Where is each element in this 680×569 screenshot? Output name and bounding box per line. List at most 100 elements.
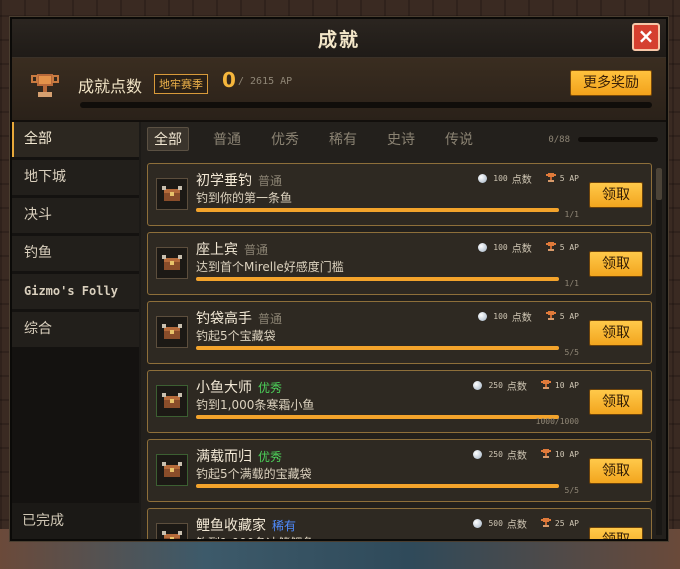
sidebar-item-gizmos-folly[interactable]: Gizmo's Folly: [12, 274, 139, 309]
category-sidebar: 全部 地下城 决斗 钓鱼 Gizmo's Folly 综合 已完成: [12, 122, 139, 539]
pearl-icon: [473, 519, 483, 528]
rarity-label: 普通: [244, 243, 269, 257]
points-value: 0: [222, 68, 236, 92]
progress-fill: [196, 346, 559, 350]
reward-ap: 10 AP: [540, 448, 579, 461]
reward-points-label: 点数: [506, 520, 527, 531]
pearl-icon: [473, 381, 483, 390]
reward-ap-value: 5 AP: [559, 174, 579, 183]
achievement-name: 钓袋高手: [196, 311, 252, 327]
treasure-chest-icon: [156, 454, 188, 486]
treasure-chest-icon: [156, 316, 188, 348]
tab-epic[interactable]: 史诗: [381, 128, 421, 150]
achievement-progress-bar: [196, 208, 559, 212]
progress-text: 1000/1000: [535, 417, 579, 426]
achievement-title: 初学垂钓 普通: [196, 170, 282, 190]
season-badge: 地牢赛季: [154, 74, 208, 94]
progress-fill: [196, 277, 559, 281]
achievement-content: 全部 普通 优秀 稀有 史诗 传说 0/88 初学垂钓 普通 钓到你的第一条鱼 100 点数 5 A…: [141, 122, 666, 539]
treasure-chest-icon: [156, 523, 188, 539]
progress-text: 1/1: [564, 210, 579, 219]
achievement-description: 达到首个Mirelle好感度门槛: [196, 260, 344, 274]
progress-fill: [196, 208, 559, 212]
claim-button[interactable]: 领取: [589, 182, 643, 208]
tab-legendary[interactable]: 传说: [439, 128, 479, 150]
pearl-icon: [478, 174, 488, 183]
reward-ap-value: 5 AP: [559, 312, 579, 321]
scrollbar-track[interactable]: [656, 168, 662, 535]
reward-row: 100 点数 5 AP: [478, 240, 579, 255]
reward-ap: 25 AP: [540, 517, 579, 530]
cup-icon: [540, 448, 551, 461]
reward-points: 250: [488, 450, 503, 459]
titlebar: 成就 ×: [12, 19, 666, 58]
sidebar-item-duel[interactable]: 决斗: [12, 198, 139, 233]
cup-icon: [545, 241, 556, 254]
more-rewards-button[interactable]: 更多奖励: [570, 70, 652, 96]
cup-icon: [545, 172, 556, 185]
achievement-card: 初学垂钓 普通 钓到你的第一条鱼 100 点数 5 AP 领取 1/1: [147, 163, 652, 226]
progress-text: 5/5: [564, 348, 579, 357]
trophy-icon: [31, 74, 59, 97]
scrollbar-thumb[interactable]: [656, 168, 662, 200]
reward-ap-value: 10 AP: [554, 450, 579, 459]
achievement-progress-bar: [196, 346, 559, 350]
pearl-icon: [478, 312, 488, 321]
reward-row: 250 点数 10 AP: [473, 447, 579, 462]
tab-all[interactable]: 全部: [147, 127, 189, 151]
reward-ap: 10 AP: [540, 379, 579, 392]
achievement-name: 初学垂钓: [196, 173, 252, 189]
reward-row: 500 点数 25 AP: [473, 516, 579, 531]
reward-points: 100: [493, 243, 508, 252]
achievement-progress-bar: [196, 415, 559, 419]
rarity-label: 稀有: [272, 519, 297, 533]
achievement-name: 满载而归: [196, 449, 252, 465]
claim-button[interactable]: 领取: [589, 389, 643, 415]
points-summary: 成就点数 地牢赛季 0 / 2615 AP 更多奖励: [12, 58, 666, 122]
achievement-progress-bar: [196, 484, 559, 488]
achievement-title: 钓袋高手 普通: [196, 308, 282, 328]
claim-button[interactable]: 领取: [589, 527, 643, 539]
progress-fill: [196, 484, 559, 488]
close-icon[interactable]: ×: [632, 23, 660, 51]
progress-fill: [196, 415, 559, 419]
reward-points: 100: [493, 174, 508, 183]
window-title: 成就: [317, 28, 360, 51]
achievement-title: 满载而归 优秀: [196, 446, 282, 466]
sidebar-item-dungeon[interactable]: 地下城: [12, 160, 139, 195]
reward-points: 500: [488, 519, 503, 528]
rarity-label: 优秀: [258, 381, 283, 395]
achievement-description: 钓起5个宝藏袋: [196, 329, 276, 343]
claim-button[interactable]: 领取: [589, 320, 643, 346]
rarity-label: 普通: [258, 174, 283, 188]
tab-uncommon[interactable]: 优秀: [265, 128, 305, 150]
achievement-title: 座上宾 普通: [196, 239, 268, 259]
sidebar-item-fishing[interactable]: 钓鱼: [12, 236, 139, 271]
reward-points: 250: [488, 381, 503, 390]
achievements-window: 成就 × 成就点数 地牢赛季 0 / 2615 AP 更多奖励 全部 地下城 决斗钓…: [10, 17, 668, 541]
claim-button[interactable]: 领取: [589, 251, 643, 277]
achievement-card: 小鱼大师 优秀 钓到1,000条寒霜小鱼 250 点数 10 AP 领取 1000/1000: [147, 370, 652, 433]
reward-points-label: 点数: [506, 382, 527, 393]
achievement-title: 小鱼大师 优秀: [196, 377, 282, 397]
sidebar-item-general[interactable]: 综合: [12, 312, 139, 347]
achievement-description: 钓到1,000条冰鳍鲤鱼: [196, 534, 314, 539]
achievement-card: 鲤鱼收藏家稀有钓到1,000条冰鳍鲤鱼 500点数 25 AP 领取: [147, 508, 652, 539]
achievement-list: 初学垂钓 普通 钓到你的第一条鱼 100 点数 5 AP 领取 1/1 座上宾 普通 达到首个Mir…: [147, 163, 652, 539]
reward-ap: 5 AP: [545, 172, 579, 185]
achievement-description: 钓起5个满载的宝藏袋: [196, 467, 312, 481]
tab-rare[interactable]: 稀有: [323, 128, 363, 150]
progress-text: 5/5: [564, 486, 579, 495]
achievement-name: 座上宾: [196, 242, 238, 258]
tab-common[interactable]: 普通: [207, 128, 247, 150]
sidebar-item-all[interactable]: 全部: [12, 122, 139, 157]
completed-filter[interactable]: 已完成: [12, 503, 139, 539]
reward-ap: 5 AP: [545, 241, 579, 254]
reward-points-label: 点数: [511, 244, 532, 255]
reward-row: 100 点数 5 AP: [478, 171, 579, 186]
points-total: / 2615 AP: [238, 76, 293, 87]
achievement-name: 鲤鱼收藏家: [196, 518, 266, 534]
treasure-chest-icon: [156, 178, 188, 210]
claim-button[interactable]: 领取: [589, 458, 643, 484]
achievement-card: 座上宾 普通 达到首个Mirelle好感度门槛 100 点数 5 AP 领取 1/1: [147, 232, 652, 295]
